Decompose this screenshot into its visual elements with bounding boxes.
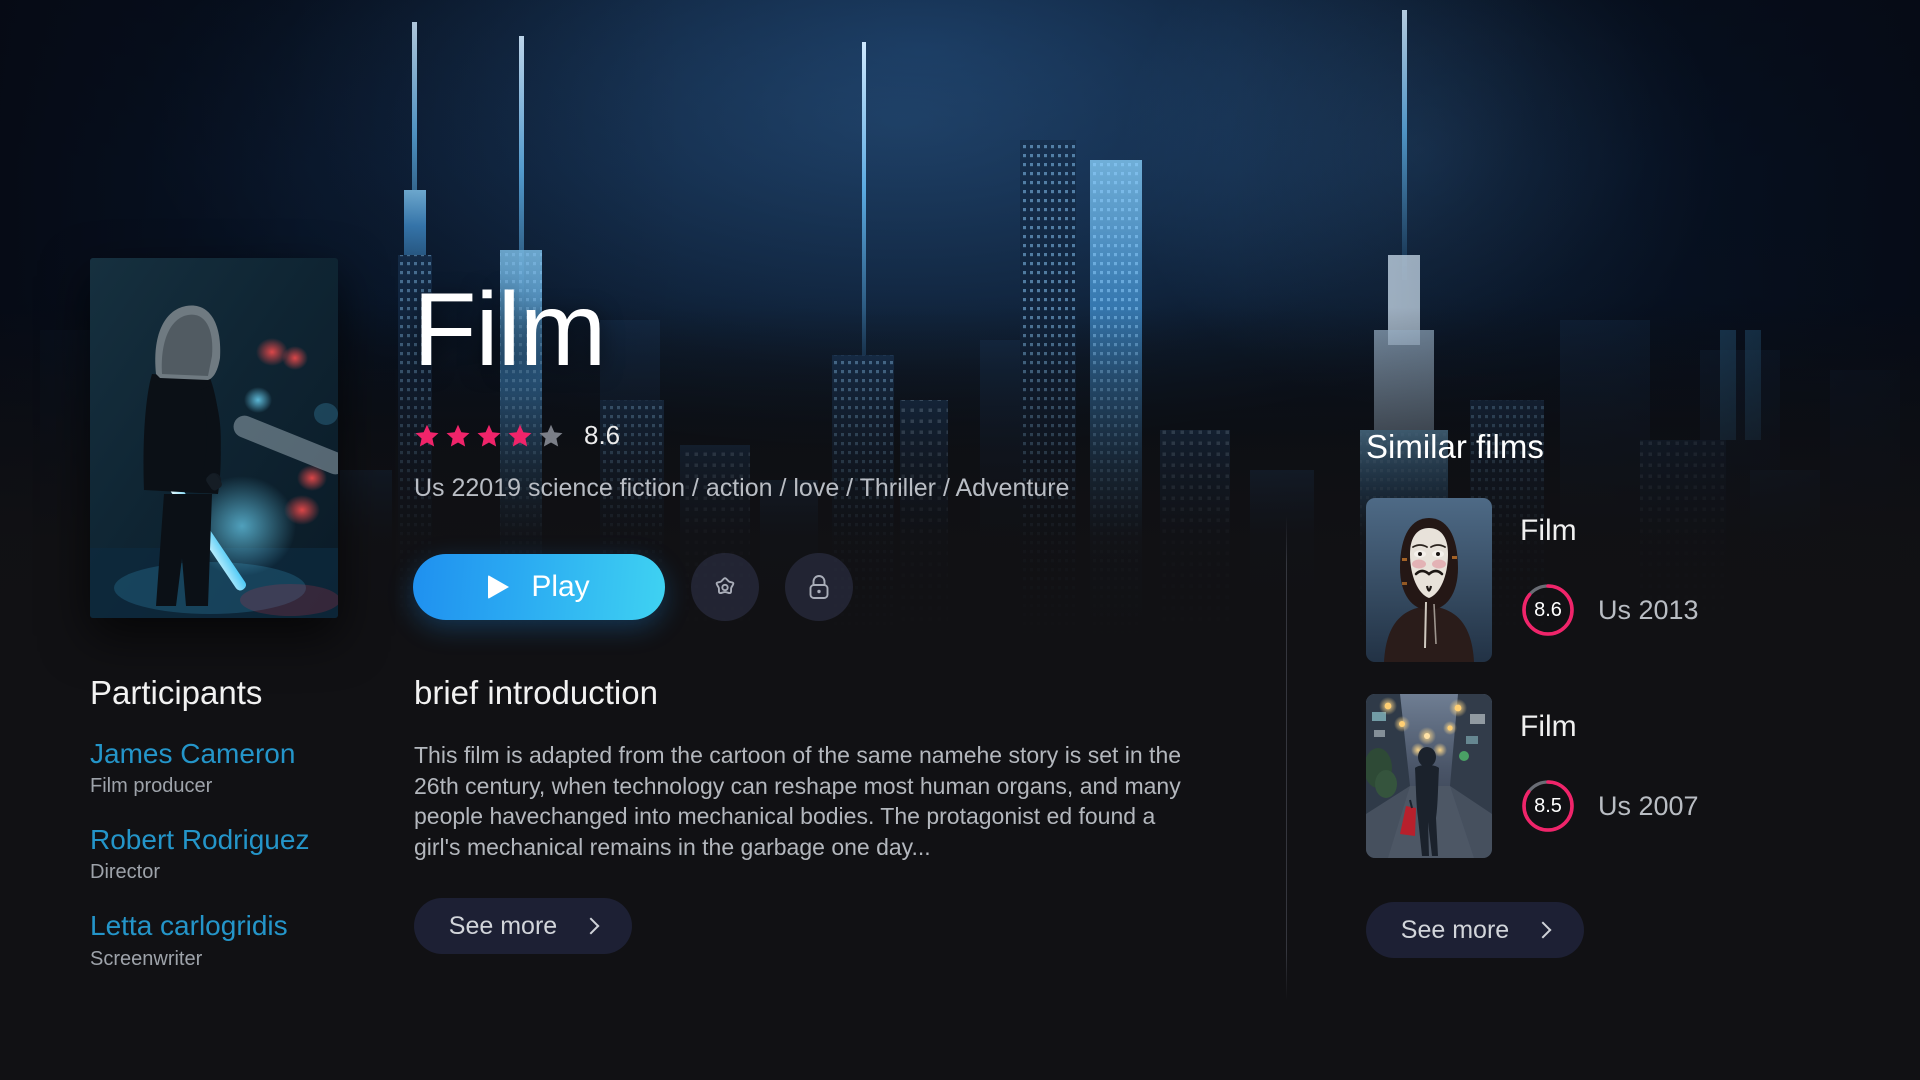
participant-name[interactable]: Letta carlogridis <box>90 910 390 942</box>
star-filled-icon <box>415 424 439 447</box>
similar-films-section: Similar films Film 8.6 Us 2013 Film 8.5 … <box>1366 428 1836 958</box>
introduction-body: This film is adapted from the cartoon of… <box>414 742 1182 860</box>
anonymous-mask-portrait-image <box>1366 498 1492 662</box>
similar-film-thumbnail[interactable] <box>1366 498 1492 662</box>
participants-heading: Participants <box>90 674 263 711</box>
similar-film-title: Film <box>1520 514 1577 547</box>
action-bar: Play <box>413 553 853 621</box>
chevron-right-icon <box>582 917 600 935</box>
star-empty-icon <box>539 424 563 447</box>
movie-poster[interactable] <box>90 258 338 618</box>
movie-meta: Us 22019 science fiction / action / love… <box>414 474 1070 502</box>
participant-role: Director <box>90 861 161 884</box>
participant-role: Screenwriter <box>90 947 203 970</box>
play-button[interactable]: Play <box>413 554 665 620</box>
rating-value: 8.6 <box>584 420 621 450</box>
similar-film-year: Us 2007 <box>1598 790 1699 821</box>
film-detail-page: Film 8.6 Us 22019 science fiction / acti… <box>0 0 1920 1080</box>
see-more-label: See more <box>448 911 558 940</box>
similar-film-meta: 8.6 Us 2013 <box>1520 582 1699 638</box>
introduction-heading: brief introduction <box>414 674 658 711</box>
participant-item[interactable]: Robert Rodriguez Director <box>90 824 390 884</box>
favorite-button[interactable] <box>691 553 759 621</box>
score-value: 8.6 <box>1534 598 1562 621</box>
similar-film-thumbnail[interactable] <box>1366 694 1492 858</box>
similar-film-item[interactable]: Film 8.5 Us 2007 <box>1366 694 1836 858</box>
chevron-right-icon <box>1534 921 1552 939</box>
rating-row: 8.6 <box>414 420 620 451</box>
introduction-see-more-button[interactable]: See more <box>414 898 632 955</box>
see-more-label: See more <box>1400 915 1510 944</box>
similar-film-year: Us 2013 <box>1598 594 1699 625</box>
star-filled-icon <box>508 424 532 447</box>
similar-films-see-more-button[interactable]: See more <box>1366 902 1584 958</box>
similar-film-info: Film 8.5 Us 2007 <box>1520 694 1699 858</box>
page-title: Film <box>413 272 606 388</box>
participant-name[interactable]: James Cameron <box>90 738 390 770</box>
star-filled-icon <box>446 424 470 447</box>
participant-role: Film producer <box>90 775 213 798</box>
lock-icon <box>809 575 829 599</box>
similar-film-info: Film 8.6 Us 2013 <box>1520 498 1699 662</box>
participants-section: Participants James Cameron Film producer… <box>90 674 390 971</box>
similar-films-heading: Similar films <box>1366 428 1544 465</box>
star-rating <box>414 423 564 449</box>
score-ring: 8.6 <box>1520 582 1576 638</box>
star-filled-icon <box>477 424 501 447</box>
star-outline-icon <box>715 577 735 595</box>
similar-film-meta: 8.5 Us 2007 <box>1520 778 1699 834</box>
score-ring: 8.5 <box>1520 778 1576 834</box>
introduction-section: brief introduction This film is adapted … <box>414 674 1186 955</box>
person-walking-lit-alley-image <box>1366 694 1492 858</box>
score-value: 8.5 <box>1534 794 1562 817</box>
play-button-label: Play <box>531 570 590 603</box>
vertical-divider <box>1286 515 1287 1000</box>
similar-film-item[interactable]: Film 8.6 Us 2013 <box>1366 498 1836 662</box>
participant-name[interactable]: Robert Rodriguez <box>90 824 390 856</box>
participant-item[interactable]: James Cameron Film producer <box>90 738 390 798</box>
participant-item[interactable]: Letta carlogridis Screenwriter <box>90 910 390 970</box>
poster-image <box>90 258 338 618</box>
similar-film-title: Film <box>1520 710 1577 743</box>
play-icon <box>488 575 510 599</box>
lock-button[interactable] <box>785 553 853 621</box>
